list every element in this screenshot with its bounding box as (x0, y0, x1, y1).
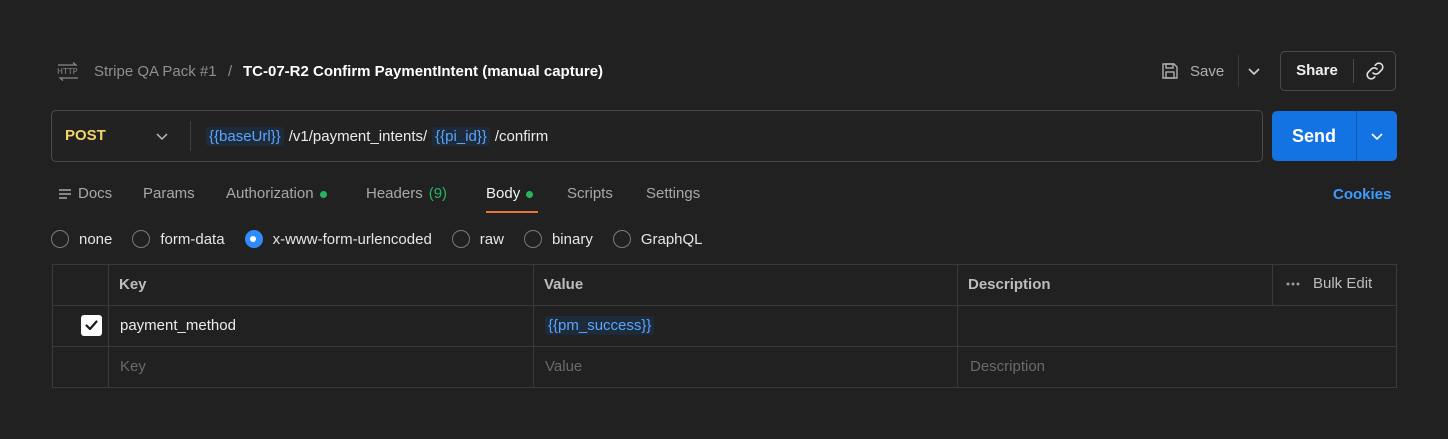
save-label: Save (1190, 62, 1225, 80)
url-variable[interactable]: {{pi_id}} (432, 126, 490, 146)
radio-binary[interactable]: binary (523, 230, 593, 248)
breadcrumb-collection[interactable]: Stripe QA Pack #1 (94, 62, 217, 82)
radio-button[interactable] (132, 230, 151, 248)
radio-label: GraphQL (640, 230, 703, 248)
column-header-key: Key (119, 276, 147, 293)
radio-button-selected[interactable] (244, 230, 263, 248)
save-button[interactable]: Save (1160, 55, 1224, 87)
tab-label: Body (486, 185, 521, 202)
new-value-input[interactable]: Value (545, 357, 582, 377)
radio-button[interactable] (451, 230, 470, 248)
table-divider (533, 264, 534, 388)
status-dot (526, 190, 534, 198)
divider (1356, 111, 1357, 161)
table-divider (957, 264, 958, 388)
table-divider (52, 305, 1397, 306)
table-divider (108, 264, 109, 388)
send-button[interactable]: Send (1272, 111, 1356, 161)
divider (190, 121, 191, 151)
divider (1238, 55, 1239, 87)
svg-text:HTTP: HTTP (57, 67, 78, 76)
save-icon (1162, 63, 1178, 79)
bulk-edit-button[interactable]: Bulk Edit (1285, 275, 1372, 292)
radio-raw[interactable]: raw (451, 230, 504, 248)
link-icon[interactable] (1363, 59, 1387, 83)
tab-label: Headers (366, 185, 423, 202)
docs-icon (59, 189, 71, 199)
tab-authorization[interactable]: Authorization (226, 184, 327, 204)
url-input[interactable]: {{baseUrl}} /v1/payment_intents/ {{pi_id… (206, 124, 548, 148)
body-type-selector: none form-data x-www-form-urlencoded raw… (51, 228, 723, 250)
chevron-down-icon[interactable] (152, 126, 172, 146)
radio-label: x-www-form-urlencoded (272, 230, 432, 248)
radio-graphql[interactable]: GraphQL (612, 230, 703, 248)
radio-x-www-form-urlencoded[interactable]: x-www-form-urlencoded (244, 230, 432, 248)
tab-docs[interactable]: Docs (58, 184, 112, 204)
headers-count: (9) (428, 185, 448, 202)
radio-label: none (79, 230, 113, 248)
method-select[interactable]: POST (65, 126, 106, 146)
row-enabled-checkbox[interactable] (81, 315, 102, 336)
url-variable[interactable]: {{baseUrl}} (206, 126, 284, 146)
radio-button[interactable] (523, 230, 542, 248)
cookies-link[interactable]: Cookies (1333, 186, 1391, 203)
status-dot (319, 190, 327, 198)
form-params-table (52, 264, 1397, 388)
chevron-down-icon[interactable] (1367, 126, 1387, 146)
share-button[interactable]: Share (1281, 51, 1353, 91)
radio-form-data[interactable]: form-data (132, 230, 225, 248)
tab-params[interactable]: Params (143, 184, 195, 204)
tab-label: Scripts (567, 185, 613, 202)
breadcrumb-separator: / (228, 63, 233, 80)
radio-label: binary (551, 230, 593, 248)
tab-settings[interactable]: Settings (646, 184, 700, 204)
column-header-description: Description (968, 276, 1051, 293)
tab-body[interactable]: Body (486, 184, 534, 204)
url-segment: /confirm (494, 127, 549, 145)
tab-label: Settings (646, 185, 701, 202)
param-key-cell[interactable]: payment_method (120, 316, 236, 336)
radio-label: raw (479, 230, 504, 248)
http-icon: HTTP (56, 61, 80, 83)
param-value-cell[interactable]: {{pm_success}} (545, 316, 655, 336)
chevron-down-icon[interactable] (1243, 60, 1265, 82)
new-description-input[interactable]: Description (970, 357, 1045, 377)
column-header-value: Value (544, 276, 584, 293)
more-icon (1286, 282, 1300, 285)
tab-scripts[interactable]: Scripts (567, 184, 613, 204)
new-key-input[interactable]: Key (120, 357, 146, 377)
tab-headers[interactable]: Headers (9) (366, 184, 447, 204)
active-tab-indicator (486, 211, 538, 213)
bulk-edit-label: Bulk Edit (1313, 275, 1373, 292)
radio-button[interactable] (51, 230, 69, 248)
tab-label: Params (143, 185, 195, 202)
tab-label: Authorization (226, 185, 314, 202)
radio-label: form-data (160, 230, 225, 248)
request-title[interactable]: TC-07-R2 Confirm PaymentIntent (manual c… (243, 62, 603, 82)
radio-none[interactable]: none (51, 230, 112, 248)
radio-button[interactable] (612, 230, 631, 248)
table-divider (52, 346, 1397, 347)
value-variable[interactable]: {{pm_success}} (545, 316, 655, 335)
divider (1353, 59, 1354, 83)
url-segment: /v1/payment_intents/ (288, 127, 428, 145)
table-divider (1272, 264, 1273, 305)
tab-label: Docs (78, 185, 113, 202)
